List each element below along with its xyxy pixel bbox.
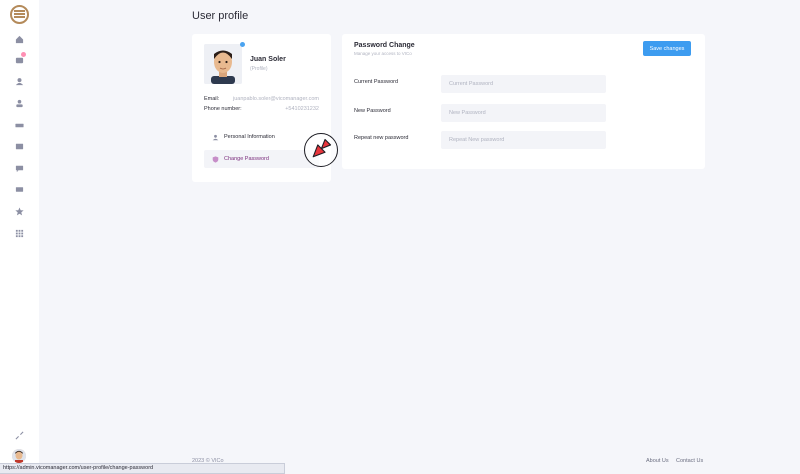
about-us-link[interactable]: About Us	[646, 458, 669, 464]
email-label: Email:	[204, 96, 220, 102]
browser-status-url: https://admin.vicomanager.com/user-profi…	[0, 463, 285, 474]
sidebar	[0, 0, 39, 474]
messages-icon	[15, 57, 24, 64]
repeat-password-label: Repeat new password	[354, 135, 409, 141]
inbox-icon	[15, 187, 24, 192]
sidebar-item-favorites[interactable]	[0, 207, 39, 216]
save-changes-button[interactable]: Save changes	[643, 41, 691, 56]
menu-personal-information[interactable]: Personal Information	[204, 128, 319, 146]
menu-change-password-label: Change Password	[224, 156, 269, 162]
user-name: Juan Soler	[250, 56, 286, 63]
new-password-label: New Password	[354, 108, 391, 114]
password-card: Password Change Manage your access to VI…	[342, 34, 705, 169]
cursor-highlight	[304, 133, 338, 167]
email-value: juanpablo.soler@vicomanager.com	[233, 96, 319, 102]
repeat-password-input[interactable]	[441, 131, 606, 149]
user-icon	[15, 78, 24, 86]
menu-personal-information-label: Personal Information	[224, 134, 275, 140]
expand-icon	[15, 431, 24, 440]
password-card-subtitle: Manage your access to VICo	[354, 51, 412, 56]
online-status-dot	[240, 42, 245, 47]
menu-change-password[interactable]: Change Password	[204, 150, 319, 168]
sidebar-item-profile[interactable]	[0, 99, 39, 108]
sidebar-item-messages[interactable]	[0, 52, 39, 65]
sidebar-item-cards[interactable]	[0, 121, 39, 130]
list-icon	[15, 143, 24, 150]
person-avatar-icon	[204, 44, 242, 84]
phone-label: Phone number:	[204, 106, 242, 112]
page-title: User profile	[192, 10, 249, 22]
new-password-input[interactable]	[441, 104, 606, 122]
user-role: (Profile)	[250, 66, 268, 72]
current-password-label: Current Password	[354, 79, 399, 85]
user-icon	[212, 134, 219, 140]
card-icon	[15, 123, 24, 128]
grid-icon	[15, 229, 24, 238]
sidebar-item-users[interactable]	[0, 77, 39, 86]
red-arrow-cursor-icon	[312, 138, 332, 158]
brand-logo[interactable]	[10, 5, 29, 24]
notification-badge	[21, 52, 26, 57]
profile-photo	[204, 44, 242, 84]
avatar-face-icon	[12, 449, 26, 463]
sidebar-expand-toggle[interactable]	[0, 431, 39, 440]
user-avatar[interactable]	[12, 449, 26, 463]
phone-value: +5410231232	[285, 106, 319, 112]
contact-us-link[interactable]: Contact Us	[676, 458, 703, 464]
password-card-title: Password Change	[354, 42, 415, 49]
current-password-input[interactable]	[441, 75, 606, 93]
home-icon	[15, 35, 24, 44]
sidebar-item-home[interactable]	[0, 35, 39, 44]
sidebar-item-inbox[interactable]	[0, 185, 39, 194]
sidebar-item-list[interactable]	[0, 142, 39, 151]
sidebar-item-apps[interactable]	[0, 229, 39, 238]
star-icon	[15, 207, 24, 216]
sidebar-item-chat[interactable]	[0, 164, 39, 173]
chat-icon	[15, 165, 24, 173]
profile-icon	[16, 99, 23, 108]
shield-icon	[212, 155, 219, 163]
